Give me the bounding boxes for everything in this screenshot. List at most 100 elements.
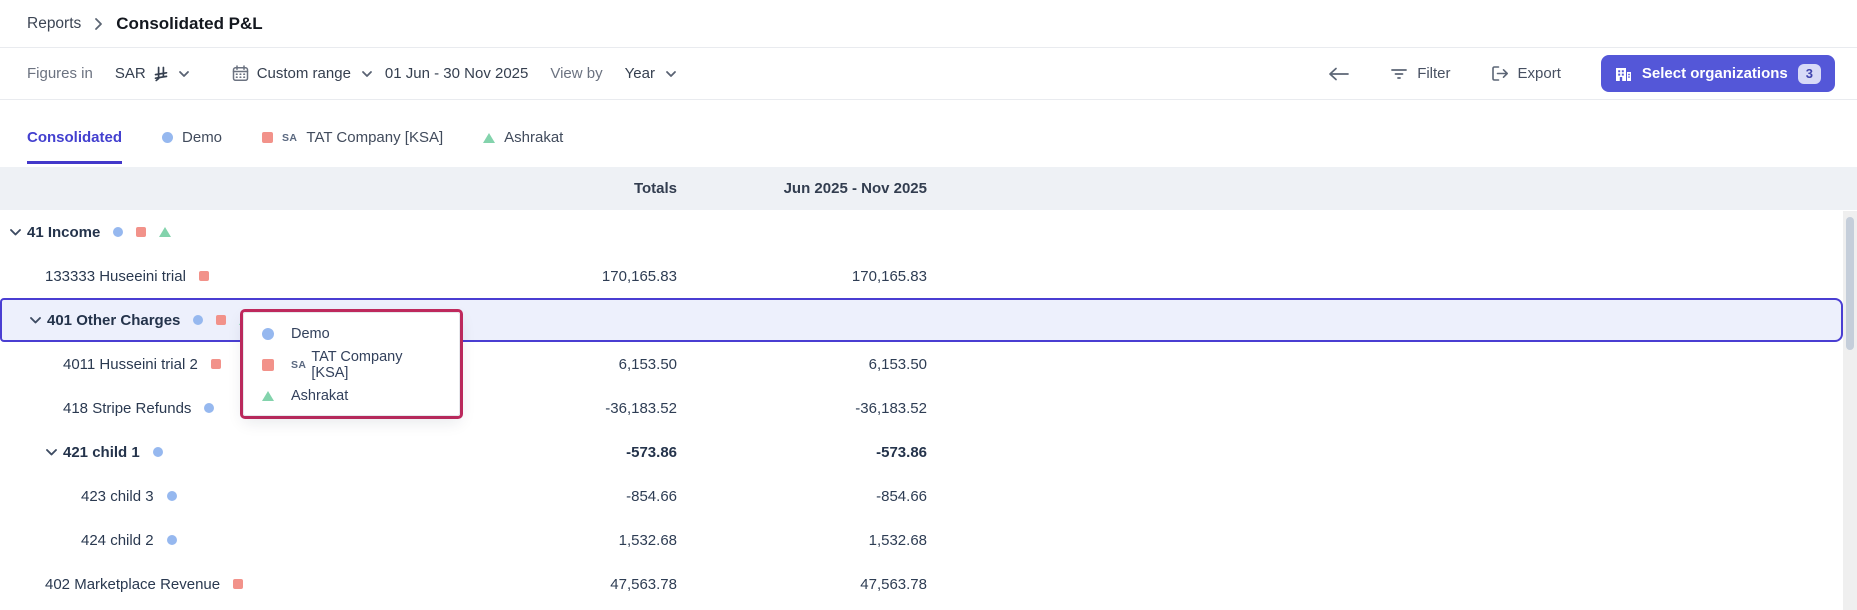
square-org-marker-icon: [262, 359, 274, 371]
tab-label: TAT Company [KSA]: [306, 129, 443, 146]
page-title: Consolidated P&L: [116, 14, 262, 34]
calendar-icon: [232, 65, 249, 82]
square-org-marker-icon: [199, 271, 209, 281]
tooltip-org-item: SATAT Company [KSA]: [262, 349, 441, 381]
square-org-marker-icon: [136, 227, 146, 237]
organizations-tooltip-content: Demo SATAT Company [KSA] Ashrakat: [243, 312, 460, 416]
period-cell-value: -36,183.52: [855, 400, 927, 417]
account-row-label: 4011 Husseini trial 2: [63, 356, 198, 373]
country-code-prefix: SA: [282, 132, 297, 144]
triangle-org-marker-icon: [262, 391, 274, 401]
tooltip-org-text: Demo: [291, 326, 330, 342]
tooltip-org-label: TAT Company [KSA]: [311, 349, 441, 381]
tab-label: Ashrakat: [504, 129, 563, 146]
tooltip-org-text: SATAT Company [KSA]: [291, 349, 441, 381]
currency-dropdown[interactable]: SAR: [115, 65, 190, 82]
totals-cell-value: -854.66: [626, 488, 677, 505]
export-button-label: Export: [1518, 65, 1561, 82]
period-cell-value: 47,563.78: [860, 576, 927, 593]
account-row-label: 424 child 2: [81, 532, 154, 549]
chevron-down-icon: [665, 70, 677, 78]
tooltip-org-item: Demo: [262, 326, 441, 342]
tooltip-org-text: Ashrakat: [291, 388, 348, 404]
table-row[interactable]: 402 Marketplace Revenue 47,563.78 47,563.7…: [0, 562, 1857, 606]
triangle-org-marker-icon: [483, 133, 495, 143]
square-org-marker-icon: [262, 132, 273, 143]
view-by-dropdown[interactable]: Year: [625, 65, 677, 82]
tooltip-org-label: Demo: [291, 326, 330, 342]
square-org-marker-icon: [216, 315, 226, 325]
tooltip-org-item: Ashrakat: [262, 388, 441, 404]
account-row-label: 401 Other Charges: [47, 312, 180, 329]
totals-cell-value: -573.86: [626, 444, 677, 461]
square-org-marker-icon: [211, 359, 221, 369]
filter-button-label: Filter: [1417, 65, 1450, 82]
date-range-value[interactable]: 01 Jun - 30 Nov 2025: [385, 65, 528, 82]
totals-column-header: Totals: [634, 167, 677, 210]
chevron-down-icon: [361, 70, 373, 78]
tooltip-org-label: Ashrakat: [291, 388, 348, 404]
consolidated-pl-page: Reports Consolidated P&L Figures in SAR …: [0, 0, 1857, 610]
account-row-label: 418 Stripe Refunds: [63, 400, 191, 417]
account-row-label: 41 Income: [27, 224, 100, 241]
circle-org-marker-icon: [167, 491, 177, 501]
vertical-scrollbar-track[interactable]: [1843, 211, 1857, 610]
circle-org-marker-icon: [153, 447, 163, 457]
saudi-riyal-icon: [154, 66, 168, 82]
account-row-label: 133333 Huseeini trial: [45, 268, 186, 285]
select-organizations-button[interactable]: Select organizations 3: [1601, 55, 1835, 92]
tab-tat-company-ksa-[interactable]: SA TAT Company [KSA]: [262, 100, 443, 164]
tab-ashrakat[interactable]: Ashrakat: [483, 100, 563, 164]
tab-label: Consolidated: [27, 129, 122, 146]
breadcrumb-chevron-icon: [94, 17, 103, 31]
chevron-down-icon: [29, 316, 47, 325]
view-by-label: View by: [550, 65, 602, 82]
figures-in-label: Figures in: [27, 65, 93, 82]
report-toolbar: Figures in SAR Custom range 01 Jun - 30 …: [0, 48, 1857, 100]
period-cell-value: -573.86: [876, 444, 927, 461]
chevron-down-icon: [9, 228, 27, 237]
totals-cell-value: 170,165.83: [602, 268, 677, 285]
table-header: Totals Jun 2025 - Nov 2025: [0, 167, 1857, 210]
account-row-label: 423 child 3: [81, 488, 154, 505]
breadcrumb: Reports Consolidated P&L: [0, 0, 1857, 48]
tab-demo[interactable]: Demo: [162, 100, 222, 164]
period-cell-value: 170,165.83: [852, 268, 927, 285]
chevron-down-icon: [45, 448, 63, 457]
totals-cell-value: 6,153.50: [619, 356, 677, 373]
table-row[interactable]: 423 child 3 -854.66 -854.66: [0, 474, 1857, 518]
selected-organizations-count-badge: 3: [1798, 64, 1821, 84]
circle-org-marker-icon: [204, 403, 214, 413]
vertical-scrollbar-thumb[interactable]: [1846, 217, 1854, 350]
totals-cell-value: 47,563.78: [610, 576, 677, 593]
organization-building-icon: [1615, 66, 1632, 81]
tab-label: Demo: [182, 129, 222, 146]
organizations-tooltip: Demo SATAT Company [KSA] Ashrakat: [240, 309, 463, 419]
period-cell-value: 1,532.68: [869, 532, 927, 549]
breadcrumb-reports-link[interactable]: Reports: [27, 15, 81, 33]
table-row[interactable]: 133333 Huseeini trial 170,165.83 170,165.8…: [0, 254, 1857, 298]
period-cell-value: 6,153.50: [869, 356, 927, 373]
circle-org-marker-icon: [113, 227, 123, 237]
table-row[interactable]: 424 child 21,532.681,532.68: [0, 518, 1857, 562]
account-row-label: 402 Marketplace Revenue: [45, 576, 220, 593]
chevron-down-icon: [178, 70, 190, 78]
table-row[interactable]: 41 Income: [0, 210, 1857, 254]
filter-button[interactable]: Filter: [1390, 65, 1450, 82]
organization-tabs: Consolidated Demo SA TAT Company [KSA] Ashra…: [0, 100, 1857, 167]
toolbar-actions: Filter Export Select organizations 3: [1328, 55, 1835, 92]
period-cell-value: -854.66: [876, 488, 927, 505]
triangle-org-marker-icon: [159, 227, 171, 237]
export-button[interactable]: Export: [1491, 65, 1561, 82]
date-range-preset-dropdown[interactable]: Custom range: [232, 65, 373, 82]
filter-lines-icon: [1390, 67, 1408, 80]
table-row[interactable]: 421 child 1 -573.86 -573.86: [0, 430, 1857, 474]
currency-code: SAR: [115, 65, 146, 82]
account-row-label: 421 child 1: [63, 444, 140, 461]
back-button[interactable]: [1328, 67, 1350, 81]
circle-org-marker-icon: [162, 132, 173, 143]
square-org-marker-icon: [233, 579, 243, 589]
export-icon: [1491, 65, 1509, 82]
circle-org-marker-icon: [193, 315, 203, 325]
tab-consolidated[interactable]: Consolidated: [27, 100, 122, 164]
